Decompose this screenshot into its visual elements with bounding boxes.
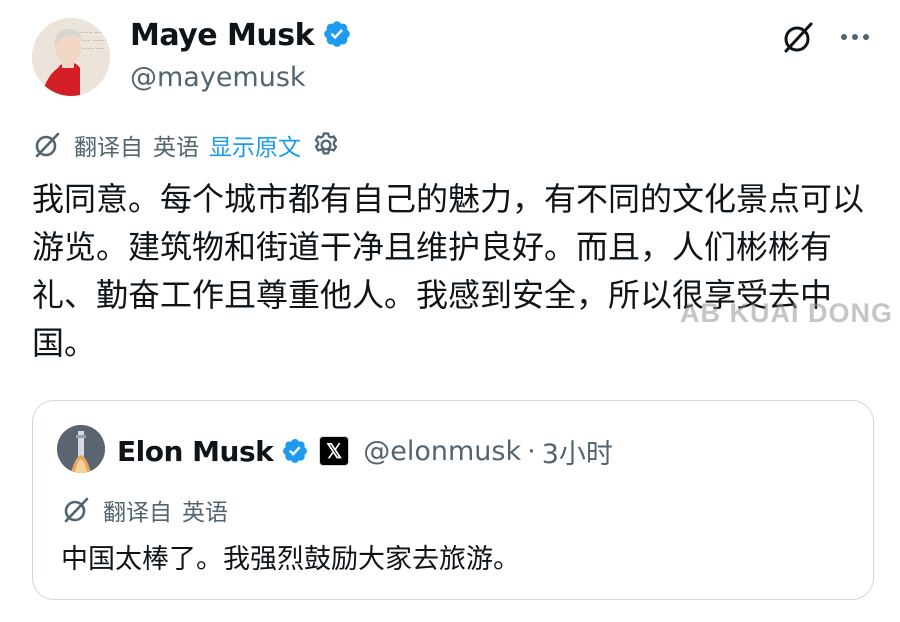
avatar-photo-icon: ~~~ ~~~ ~~ ~~~~ ~~~ ~~ — [32, 18, 110, 96]
separator-dot: · — [527, 435, 536, 467]
quote-translation-language: 英语 — [182, 500, 228, 526]
quote-translation-row: 翻译自 英语 — [61, 493, 228, 527]
author-name[interactable]: Maye Musk — [130, 18, 352, 57]
quote-author-name[interactable]: Elon Musk — [117, 435, 274, 468]
author-name-text[interactable]: Maye Musk — [130, 18, 315, 53]
grok-icon — [32, 130, 62, 160]
quote-text: 中国太棒了。我强烈鼓励大家去旅游。 — [61, 544, 520, 575]
quoted-post-card[interactable]: Elon Musk 𝕏 @elonmusk · 3小时 翻译自 英语 中国太棒了… — [32, 400, 874, 600]
grok-icon[interactable] — [780, 20, 816, 56]
author-handle[interactable]: @mayemusk — [130, 62, 306, 93]
quote-timestamp[interactable]: 3小时 — [542, 432, 613, 471]
post-text: 我同意。每个城市都有自己的魅力，有不同的文化景点可以游览。建筑物和街道干净且维护… — [32, 180, 865, 362]
svg-text:~~~ ~~~: ~~~ ~~~ — [80, 30, 107, 36]
translation-language: 英语 — [153, 135, 199, 161]
x-affiliate-badge-icon: 𝕏 — [319, 436, 350, 466]
svg-text:~~ ~~~~: ~~ ~~~~ — [82, 38, 109, 44]
more-icon[interactable] — [838, 26, 872, 48]
translation-row: 翻译自 英语 显示原文 — [32, 128, 341, 162]
gear-icon[interactable] — [311, 130, 341, 160]
svg-text:~~~ ~~: ~~~ ~~ — [82, 46, 105, 52]
quote-author-handle[interactable]: @elonmusk — [363, 436, 521, 467]
quote-header: Elon Musk 𝕏 @elonmusk · 3小时 — [117, 431, 613, 471]
quote-translation-label: 翻译自 — [103, 500, 172, 526]
verified-badge-icon — [281, 437, 309, 465]
grok-icon — [61, 495, 91, 525]
translation-label: 翻译自 — [74, 135, 143, 161]
avatar-photo-icon — [57, 425, 105, 473]
author-avatar[interactable]: ~~~ ~~~ ~~ ~~~~ ~~~ ~~ — [32, 18, 110, 96]
quote-author-avatar[interactable] — [57, 425, 105, 473]
watermark: AB KUAI DONG — [680, 298, 893, 328]
verified-badge-icon — [322, 19, 352, 57]
show-original-link[interactable]: 显示原文 — [209, 128, 301, 162]
